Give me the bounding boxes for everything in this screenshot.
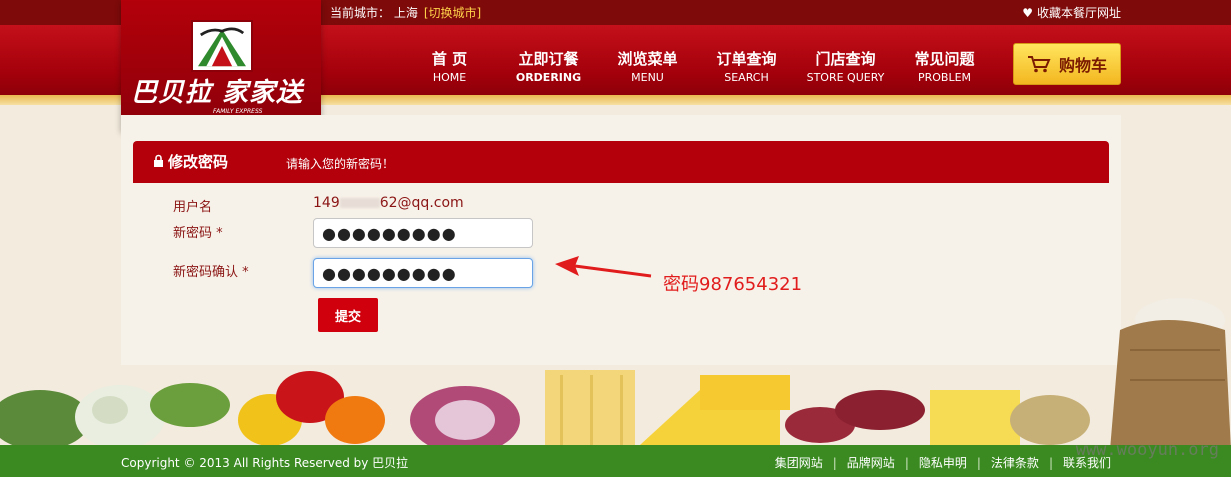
nav-label-en: MENU (631, 71, 664, 84)
nav-label-cn: 订单查询 (716, 50, 777, 68)
username-label: 用户名 (173, 200, 213, 215)
nav-store-query[interactable]: 门店查询 STORE QUERY (796, 48, 895, 84)
footer-link-privacy[interactable]: 隐私申明 (919, 454, 967, 471)
logo-emblem-icon (191, 20, 253, 72)
footer-link-brand[interactable]: 品牌网站 (847, 454, 895, 471)
annotation-arrow-icon (555, 256, 652, 278)
confirm-password-field[interactable]: ●●●●●●●●● (313, 258, 533, 288)
watermark: www.wooyun.org (1075, 440, 1219, 460)
logo-subtitle: FAMILY EXPRESS (213, 108, 263, 115)
cart-button[interactable]: 购物车 (1013, 43, 1121, 85)
nav-label-cn: 常见问题 (914, 50, 975, 68)
lock-icon (154, 154, 163, 167)
switch-city-link[interactable]: [切换城市] (424, 6, 481, 20)
heart-icon: ♥ (1022, 6, 1033, 20)
favorite-label: 收藏本餐厅网址 (1036, 6, 1121, 20)
confirm-password-label: 新密码确认 * (173, 265, 249, 280)
username-suffix: 62@qq.com (379, 195, 464, 211)
nav-label-en: STORE QUERY (806, 71, 885, 84)
form-title-bar: 修改密码 请输入您的新密码！ (133, 141, 1109, 183)
divider: | (976, 455, 981, 470)
nav-home[interactable]: 首 页 HOME (400, 48, 499, 84)
flour-sack-icon (1110, 298, 1231, 450)
current-city-label: 当前城市： 上海 (330, 6, 418, 20)
nav-label-en: PROBLEM (917, 71, 972, 84)
nav-menu[interactable]: 浏览菜单 MENU (598, 48, 697, 84)
nav-ordering[interactable]: 立即订餐 ORDERING (499, 48, 598, 84)
divider: | (1048, 455, 1053, 470)
nav-problem[interactable]: 常见问题 PROBLEM (895, 48, 994, 84)
nav-search[interactable]: 订单查询 SEARCH (697, 48, 796, 84)
nav-label-cn: 立即订餐 (518, 50, 579, 68)
cart-label: 购物车 (1058, 56, 1107, 75)
nav-label-en: HOME (432, 71, 467, 84)
new-password-field[interactable]: ●●●●●●●●● (313, 218, 533, 248)
nav-label-cn: 浏览菜单 (617, 50, 678, 68)
nav-label-cn: 门店查询 (815, 50, 876, 68)
annotation-text: 密码987654321 (663, 274, 803, 295)
cart-icon (1027, 56, 1051, 73)
footer: Copyright © 2013 All Rights Reserved by … (0, 445, 1231, 477)
current-city: 当前城市： 上海 [切换城市] (330, 4, 481, 21)
username-value: 149 62@qq.com (313, 195, 464, 211)
nav-label-en: SEARCH (724, 71, 769, 84)
footer-link-group[interactable]: 集团网站 (775, 454, 823, 471)
page-title: 修改密码 (168, 153, 229, 171)
footer-links: 集团网站 | 品牌网站 | 隐私申明 | 法律条款 | 联系我们 (765, 454, 1121, 471)
submit-button[interactable]: 提交 (318, 298, 378, 332)
food-banner (0, 365, 1231, 445)
main-nav: 首 页 HOME 立即订餐 ORDERING 浏览菜单 MENU 订单查询 SE… (400, 48, 994, 84)
footer-link-legal[interactable]: 法律条款 (991, 454, 1039, 471)
copyright: Copyright © 2013 All Rights Reserved by … (121, 456, 409, 470)
new-password-label: 新密码 * (173, 226, 223, 241)
site-logo[interactable]: 巴贝拉 家家送 FAMILY EXPRESS (121, 0, 321, 131)
logo-brand: 巴贝拉 家家送 (131, 78, 304, 108)
nav-label-cn: 首 页 (431, 50, 468, 68)
form-hint: 请输入您的新密码！ (286, 157, 395, 171)
username-prefix: 149 (313, 195, 340, 211)
nav-label-en: ORDERING (515, 71, 582, 84)
divider: | (904, 455, 909, 470)
divider: | (832, 455, 837, 470)
redaction-mask (339, 198, 380, 208)
favorite-link[interactable]: ♥ 收藏本餐厅网址 (1022, 4, 1121, 21)
